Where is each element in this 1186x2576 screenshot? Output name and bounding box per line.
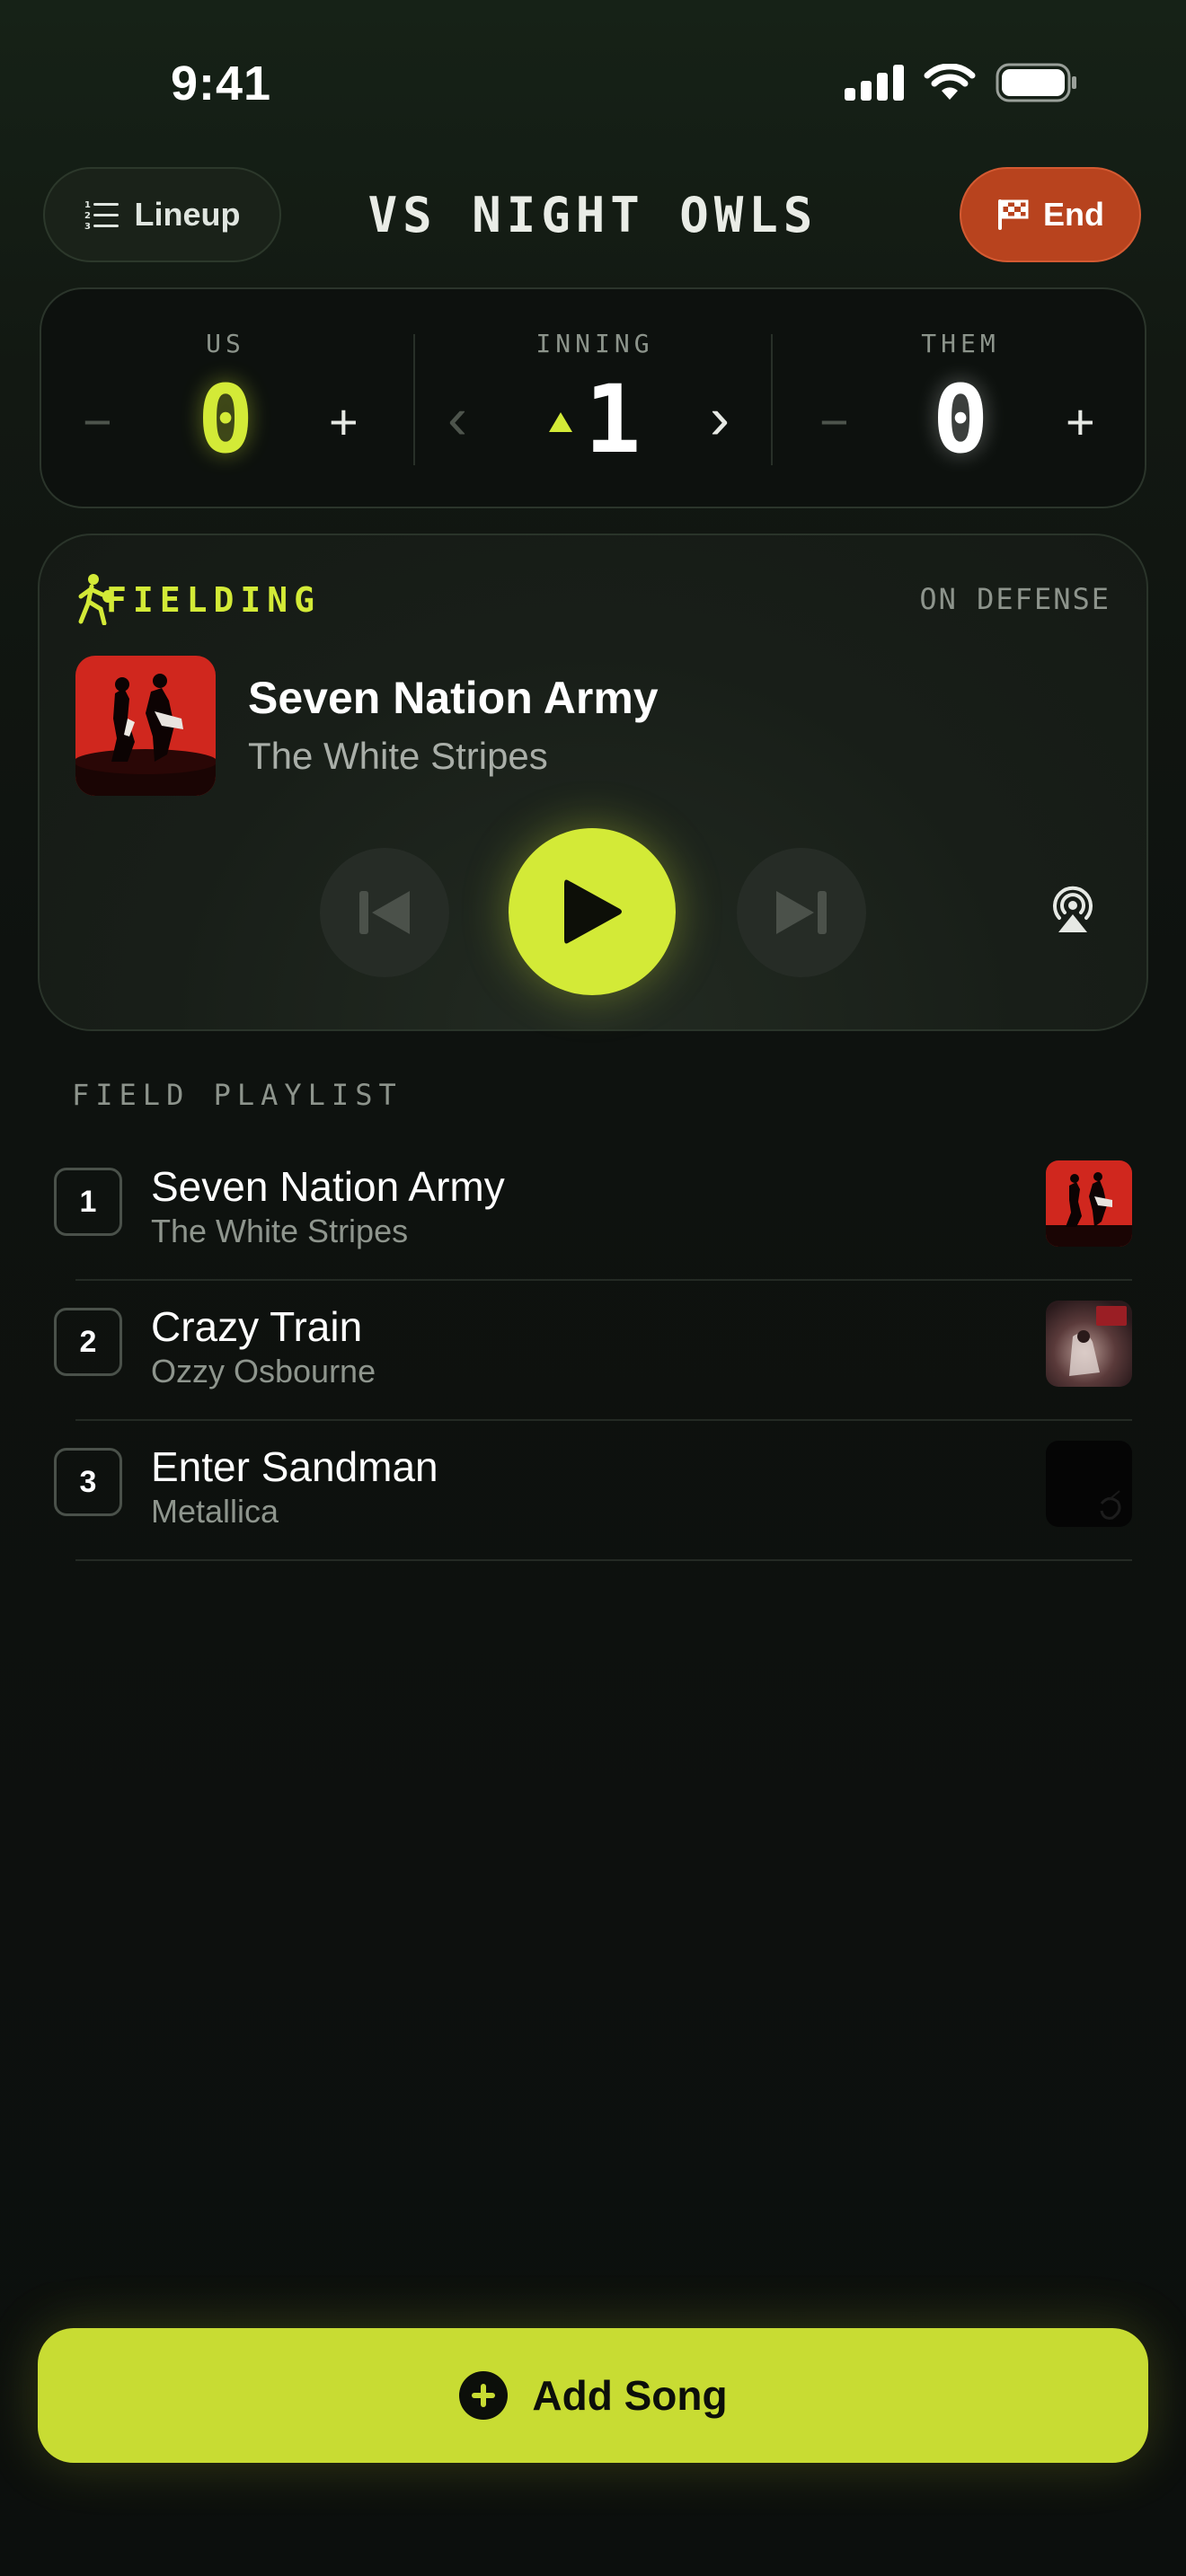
them-increment-button[interactable]: + — [1066, 397, 1095, 447]
us-score-section: US − 0 + — [41, 289, 410, 510]
track-album-art — [1046, 1301, 1132, 1387]
playlist-heading: FIELD PLAYLIST — [72, 1078, 403, 1112]
checkered-flag-icon — [998, 199, 1029, 230]
track-artist: Ozzy Osbourne — [151, 1353, 376, 1389]
track-title: Crazy Train — [151, 1303, 363, 1350]
defense-status: ON DEFENSE — [919, 582, 1111, 616]
top-half-indicator-icon — [548, 412, 572, 432]
skip-forward-icon — [776, 891, 827, 934]
inning-next-button[interactable]: › — [710, 388, 730, 447]
end-label: End — [1043, 196, 1104, 233]
next-track-button[interactable] — [737, 848, 866, 977]
end-game-button[interactable]: End — [960, 167, 1141, 262]
divider — [75, 1559, 1132, 1561]
track-number: 1 — [54, 1168, 122, 1236]
us-label: US — [206, 329, 245, 358]
playlist-row[interactable]: 2 Crazy Train Ozzy Osbourne — [0, 1281, 1186, 1421]
status-icons — [845, 63, 1078, 102]
now-playing-artist: The White Stripes — [248, 735, 548, 777]
inning-value: 1 — [584, 365, 642, 474]
play-icon — [564, 879, 622, 944]
inning-label: INNING — [535, 329, 654, 358]
inning-section: INNING ‹ 1 › — [415, 289, 774, 510]
them-score-section: THEM − 0 + — [773, 289, 1148, 510]
now-playing-title: Seven Nation Army — [248, 673, 659, 723]
wifi-icon — [924, 64, 976, 100]
track-number: 3 — [54, 1448, 122, 1516]
playlist-row[interactable]: 1 Seven Nation Army The White Stripes — [0, 1141, 1186, 1281]
us-increment-button[interactable]: + — [329, 397, 358, 447]
plus-circle-icon — [459, 2371, 509, 2420]
track-title: Seven Nation Army — [151, 1163, 505, 1210]
battery-icon — [996, 63, 1076, 102]
track-album-art — [1046, 1160, 1132, 1247]
airplay-audio-icon[interactable] — [1046, 884, 1100, 932]
scoreboard: US − 0 + INNING ‹ 1 › THEM − 0 + — [40, 287, 1146, 508]
track-album-art — [1046, 1441, 1132, 1527]
status-time: 9:41 — [171, 57, 272, 110]
mode-label: FIELDING — [106, 580, 322, 620]
track-artist: The White Stripes — [151, 1213, 409, 1249]
add-song-button[interactable]: Add Song — [38, 2328, 1148, 2463]
them-label: THEM — [921, 329, 1000, 358]
play-button[interactable] — [509, 828, 676, 995]
skip-back-icon — [359, 891, 410, 934]
cellular-signal-icon — [845, 65, 904, 101]
track-artist: Metallica — [151, 1493, 279, 1530]
playlist-row[interactable]: 3 Enter Sandman Metallica — [0, 1421, 1186, 1561]
track-title: Enter Sandman — [151, 1443, 438, 1490]
previous-track-button[interactable] — [320, 848, 449, 977]
album-art — [75, 656, 216, 796]
track-number: 2 — [54, 1308, 122, 1376]
add-song-label: Add Song — [532, 2372, 728, 2419]
